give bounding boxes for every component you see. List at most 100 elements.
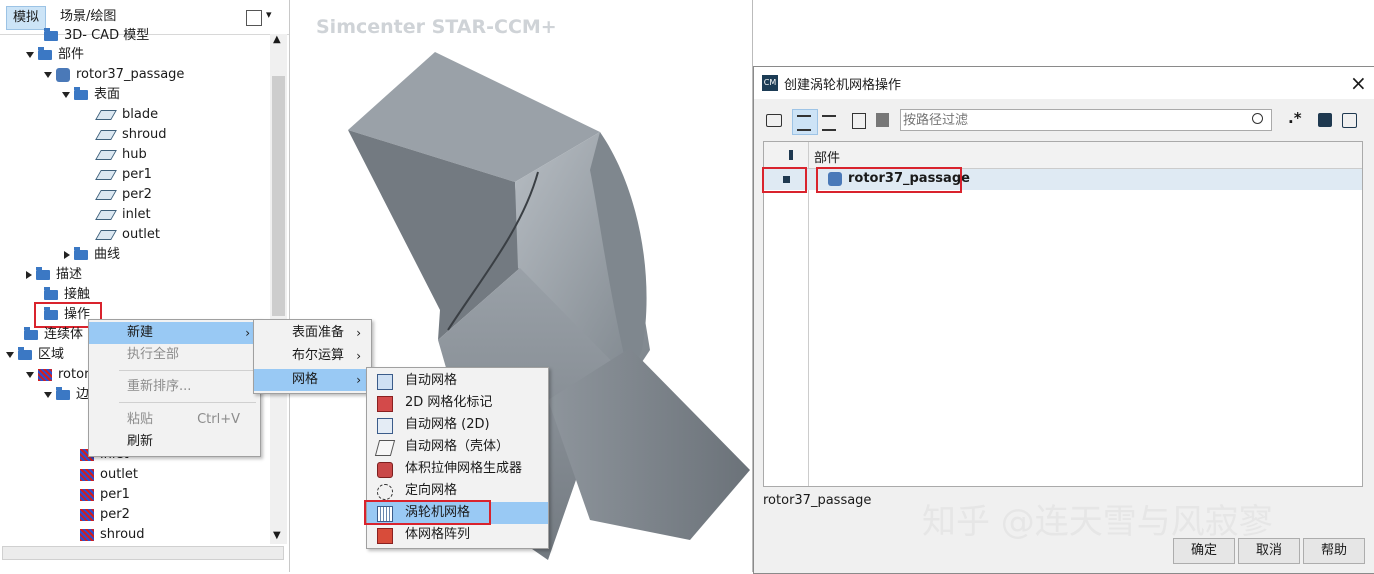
- scroll-down-icon[interactable]: ▼: [273, 530, 281, 541]
- surface-icon: [95, 189, 117, 200]
- folder-icon: [18, 346, 32, 360]
- expand-toggle-icon[interactable]: [26, 371, 34, 378]
- region-icon: [38, 368, 52, 381]
- tree-item-boundary-per2[interactable]: per2: [80, 505, 130, 525]
- menu-item-mesh[interactable]: 网格 ›: [254, 369, 371, 391]
- tree-item-surfaces[interactable]: 表面: [62, 85, 120, 105]
- menu-item-extruder-mesher[interactable]: 体积拉伸网格生成器: [367, 458, 548, 480]
- tree-item-boundary-per1[interactable]: per1: [80, 485, 130, 505]
- boundary-icon: [80, 488, 94, 501]
- context-menu-new: 表面准备 › 布尔运算 › 网格 ›: [253, 319, 372, 394]
- tree-item-blade[interactable]: blade: [95, 105, 158, 125]
- tree-item-continua[interactable]: 连续体: [24, 325, 83, 345]
- expand-toggle-icon[interactable]: [44, 71, 52, 78]
- dropdown-icon[interactable]: ▾: [266, 8, 272, 21]
- search-icon[interactable]: [1252, 113, 1263, 124]
- expand-toggle-icon[interactable]: [6, 351, 14, 358]
- copy-icon[interactable]: [852, 113, 866, 129]
- tree-item-regions[interactable]: 区域: [6, 345, 64, 365]
- close-icon[interactable]: ×: [1350, 71, 1367, 95]
- tree-item-hub[interactable]: hub: [95, 145, 147, 165]
- mesh-pattern-icon: [377, 528, 393, 544]
- tree-item-boundary-shroud[interactable]: shroud: [80, 525, 145, 545]
- menu-item-execute-all[interactable]: 执行全部: [89, 344, 260, 366]
- submenu-arrow-icon: ›: [356, 326, 361, 340]
- directed-mesh-icon: [377, 484, 393, 500]
- column-header-parts[interactable]: 部件: [814, 147, 840, 166]
- menu-item-surface-prep[interactable]: 表面准备 ›: [254, 322, 371, 344]
- help-button[interactable]: 帮助: [1303, 538, 1365, 564]
- tree-view-icon[interactable]: [246, 10, 262, 26]
- tree-scrollbar-thumb[interactable]: [272, 76, 285, 316]
- app-icon: CM: [762, 75, 778, 91]
- menu-item-refresh[interactable]: 刷新: [89, 431, 260, 453]
- dialog-toolbar: .*: [754, 107, 1374, 137]
- boundary-icon: [80, 508, 94, 521]
- tree-item-per2[interactable]: per2: [95, 185, 152, 205]
- selection-status: rotor37_passage: [763, 493, 872, 508]
- tree-list-icon: [797, 115, 811, 131]
- tab-scene-plot[interactable]: 场景/绘图: [54, 6, 122, 28]
- flat-list-icon[interactable]: [822, 115, 836, 131]
- column-divider: [808, 142, 809, 486]
- collapse-toggle-icon[interactable]: [26, 270, 32, 279]
- boundary-icon: [80, 468, 94, 481]
- tree-item-boundary-outlet[interactable]: outlet: [80, 465, 138, 485]
- horizontal-scrollbar[interactable]: [2, 546, 284, 560]
- tree-item-per1[interactable]: per1: [95, 165, 152, 185]
- folder-icon: [74, 246, 88, 260]
- menu-item-automated-mesh-shell[interactable]: 自动网格（壳体）: [367, 436, 548, 458]
- table-header: 部件: [764, 142, 1362, 169]
- menu-item-new[interactable]: 新建 ›: [89, 322, 260, 344]
- folder-icon: [74, 86, 88, 100]
- tree-item-shroud[interactable]: shroud: [95, 125, 167, 145]
- menu-item-2d-mesh-marker[interactable]: 2D 网格化标记: [367, 392, 548, 414]
- tree-item-parts[interactable]: 部件: [26, 45, 84, 65]
- tree-item-rotor37-passage[interactable]: rotor37_passage: [44, 65, 184, 85]
- menu-item-directed-mesh[interactable]: 定向网格: [367, 480, 548, 502]
- collapse-toggle-icon[interactable]: [64, 250, 70, 259]
- tree-item-boundaries[interactable]: 边: [44, 385, 89, 405]
- deselect-all-icon[interactable]: [1342, 113, 1357, 128]
- surface-icon: [95, 129, 117, 140]
- menu-item-automated-mesh-2d[interactable]: 自动网格 (2D): [367, 414, 548, 436]
- regex-toggle[interactable]: .*: [1288, 109, 1302, 127]
- expand-toggle-icon[interactable]: [62, 91, 70, 98]
- tab-simulation[interactable]: 模拟: [6, 6, 47, 30]
- menu-item-boolean[interactable]: 布尔运算 ›: [254, 345, 371, 367]
- tree-item-descriptions[interactable]: 描述: [26, 265, 82, 285]
- context-menu-operations: 新建 › 执行全部 重新排序... 粘贴 Ctrl+V 刷新: [88, 319, 261, 457]
- tree-item-inlet[interactable]: inlet: [95, 205, 151, 225]
- surface-icon: [95, 229, 117, 240]
- header-select-cell[interactable]: [764, 142, 809, 168]
- menu-item-paste[interactable]: 粘贴 Ctrl+V: [89, 409, 260, 431]
- checkbox-highlight-box: [762, 167, 807, 193]
- tree-item-rotor-region[interactable]: rotor: [26, 365, 89, 385]
- tree-item-cad[interactable]: 3D- CAD 模型: [44, 26, 149, 46]
- menu-item-reorder[interactable]: 重新排序...: [89, 376, 260, 398]
- scroll-up-icon[interactable]: ▲: [273, 34, 281, 45]
- menu-separator: [119, 370, 256, 371]
- expand-toggle-icon[interactable]: [44, 391, 52, 398]
- automated-mesh-icon: [377, 374, 393, 390]
- menu-item-automated-mesh[interactable]: 自动网格: [367, 370, 548, 392]
- menu-separator: [119, 402, 256, 403]
- submenu-arrow-icon: ›: [356, 349, 361, 363]
- expand-toggle-icon[interactable]: [26, 51, 34, 58]
- tree-item-outlet[interactable]: outlet: [95, 225, 160, 245]
- path-filter-input[interactable]: [900, 109, 1272, 131]
- comment-icon[interactable]: [766, 114, 782, 127]
- menu-item-mesh-pattern[interactable]: 体网格阵列: [367, 524, 548, 546]
- surface-icon: [95, 169, 117, 180]
- extruder-icon: [377, 462, 393, 478]
- dialog-title: 创建涡轮机网格操作: [784, 78, 902, 93]
- simulation-tree-panel: 模拟 场景/绘图 ▾ 3D- CAD 模型 部件 rotor37_passage…: [0, 0, 290, 572]
- automated-mesh-2d-icon: [377, 418, 393, 434]
- tree-item-curves[interactable]: 曲线: [64, 245, 120, 265]
- select-all-icon[interactable]: [1318, 113, 1332, 127]
- submenu-arrow-icon: ›: [356, 373, 361, 387]
- paste-icon[interactable]: [876, 113, 889, 127]
- surface-icon: [95, 209, 117, 220]
- submenu-arrow-icon: ›: [245, 326, 250, 340]
- surface-icon: [95, 149, 117, 160]
